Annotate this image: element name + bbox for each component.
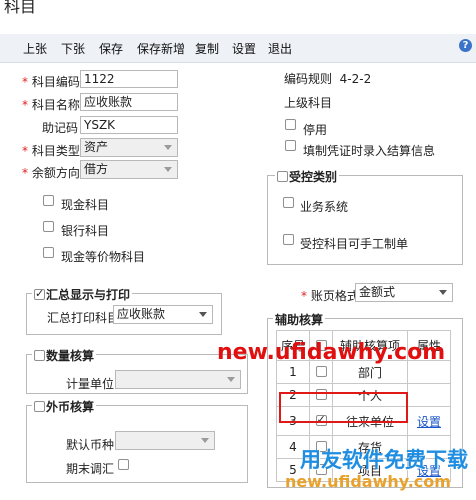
save-button[interactable]: 保存 (99, 40, 123, 57)
parent-account-label: 上级科目 (284, 96, 333, 110)
save-new-button[interactable]: 保存新增 (137, 40, 185, 57)
highlight-box (279, 392, 408, 423)
manual-voucher-checkbox[interactable] (283, 234, 294, 245)
foreign-currency-checkbox[interactable] (34, 401, 45, 412)
cash-account-checkbox[interactable] (43, 195, 54, 206)
measure-unit-select[interactable] (115, 370, 241, 389)
summary-print-account-select[interactable]: 应收账款 (113, 305, 213, 324)
chevron-down-icon (439, 290, 447, 295)
next-button[interactable]: 下张 (61, 40, 85, 57)
bank-account-checkbox[interactable] (43, 221, 54, 232)
account-code-label: * 科目编码 (22, 75, 80, 89)
exit-button[interactable]: 退出 (268, 40, 292, 57)
watermark-url-bottom: new.ufidawhy.com (285, 472, 451, 491)
manual-voucher-label: 受控科目可手工制单 (300, 237, 409, 251)
aux-row-settings-link[interactable]: 设置 (417, 415, 441, 429)
summary-print-account-label: 汇总打印科目 (47, 311, 120, 325)
balance-direction-label: * 余额方向 (22, 166, 80, 180)
summary-print-title: 汇总显示与打印 (32, 286, 133, 303)
measure-unit-label: 计量单位 (66, 377, 115, 391)
chevron-down-icon (164, 145, 172, 150)
foreign-currency-title: 外币核算 (32, 398, 97, 415)
settlement-label: 填制凭证时录入结算信息 (303, 144, 436, 158)
chevron-down-icon (164, 167, 172, 172)
chevron-down-icon (227, 377, 235, 382)
ledger-format-label: * 账页格式 (301, 289, 359, 303)
account-name-input[interactable]: 应收账款 (80, 93, 178, 111)
watermark-url-top: new.ufidawhy.com (217, 340, 446, 365)
business-system-label: 业务系统 (300, 200, 349, 214)
period-end-checkbox[interactable] (118, 459, 129, 470)
bank-account-label: 银行科目 (61, 224, 110, 238)
controlled-category-checkbox[interactable] (277, 171, 288, 182)
account-name-label: * 科目名称 (22, 98, 80, 112)
quantity-accounting-checkbox[interactable] (34, 350, 45, 361)
cash-equivalent-checkbox[interactable] (43, 247, 54, 258)
business-system-checkbox[interactable] (283, 197, 294, 208)
settlement-checkbox[interactable] (285, 140, 296, 151)
disable-label: 停用 (303, 123, 328, 137)
account-type-label: * 科目类型 (22, 144, 80, 158)
settings-button[interactable]: 设置 (232, 40, 256, 57)
chevron-down-icon (201, 438, 209, 443)
window-title: 科目 (4, 0, 37, 16)
toolbar: 上张 下张 保存 保存新增 复制 设置 退出 ? (0, 34, 476, 63)
coding-rule: 编码规则 4-2-2 (284, 72, 372, 86)
mnemonic-label: 助记码 (42, 121, 79, 135)
aux-row-attr (407, 383, 451, 407)
copy-button[interactable]: 复制 (195, 40, 219, 57)
cash-account-label: 现金科目 (61, 198, 110, 212)
chevron-down-icon (199, 312, 207, 317)
aux-accounting-title: 辅助核算 (273, 311, 326, 328)
ledger-format-select[interactable]: 金额式 (355, 283, 453, 302)
prev-button[interactable]: 上张 (23, 40, 47, 57)
account-code-input[interactable]: 1122 (80, 70, 178, 88)
quantity-accounting-title: 数量核算 (32, 347, 97, 364)
controlled-category-title: 受控类别 (275, 168, 340, 185)
disable-checkbox[interactable] (285, 119, 296, 130)
balance-direction-select[interactable]: 借方 (80, 160, 178, 179)
help-icon[interactable]: ? (459, 39, 472, 52)
summary-print-checkbox[interactable] (34, 287, 45, 300)
period-end-label: 期末调汇 (66, 462, 115, 476)
aux-row-checkbox[interactable] (315, 366, 327, 377)
account-type-select[interactable]: 资产 (80, 138, 178, 157)
cash-equivalent-label: 现金等价物科目 (61, 250, 146, 264)
mnemonic-input[interactable]: YSZK (80, 116, 178, 134)
default-currency-select[interactable] (115, 431, 215, 450)
watermark-brand: 用友软件免费下载 (300, 448, 468, 472)
default-currency-label: 默认币种 (66, 438, 115, 452)
